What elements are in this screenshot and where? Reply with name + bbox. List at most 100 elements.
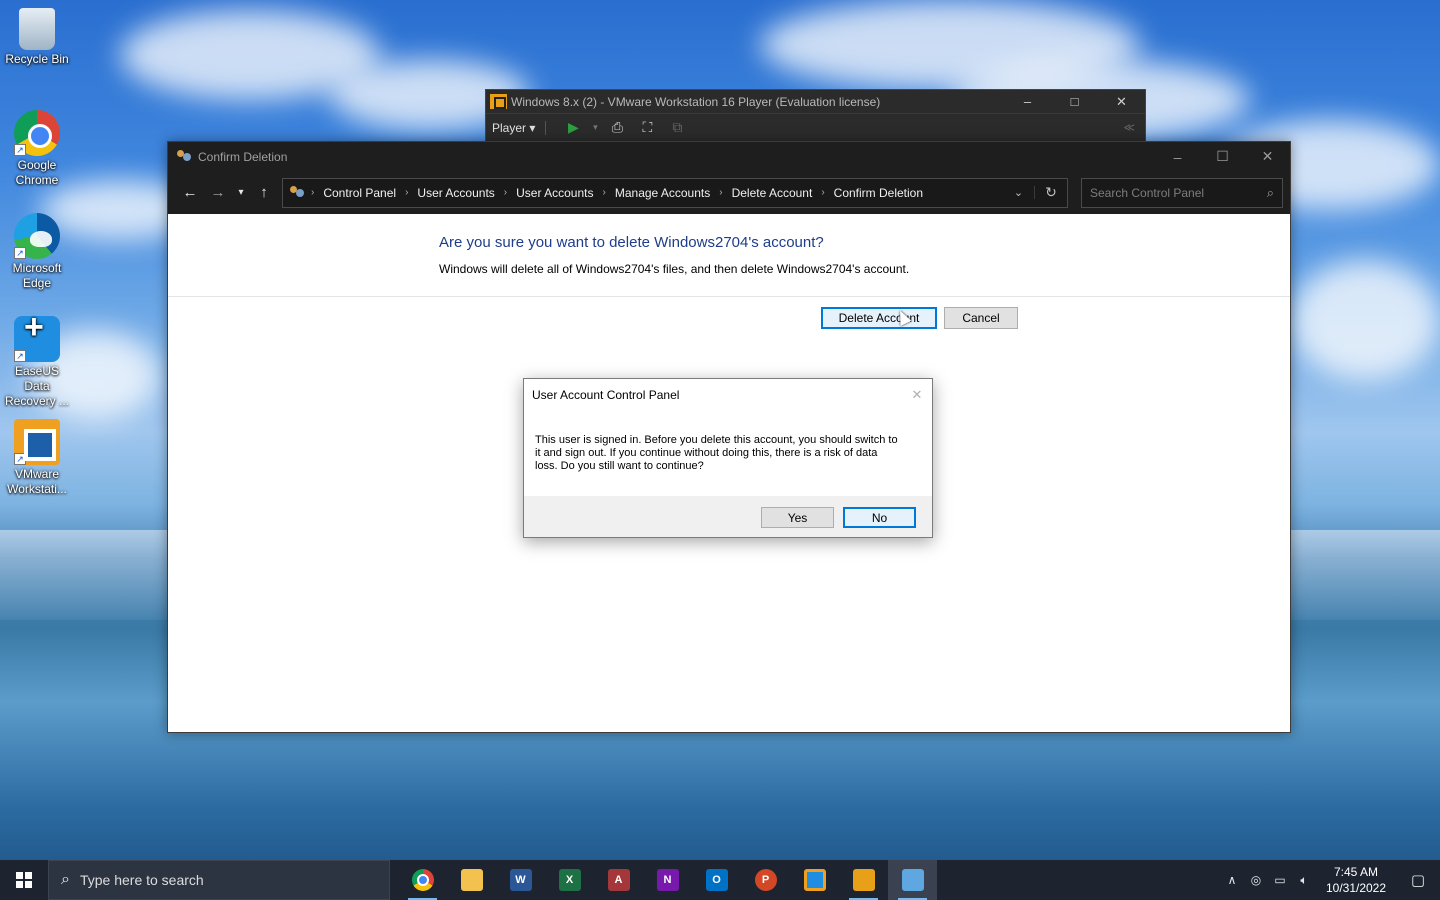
back-arrow-icon[interactable]: ←	[176, 184, 204, 201]
clock[interactable]: 7:45 AM 10/31/2022	[1316, 864, 1396, 896]
address-history-dropdown-icon[interactable]: ⌄	[1003, 186, 1035, 199]
unity-icon[interactable]: ⧉	[662, 119, 692, 136]
breadcrumb-user-accounts-sub[interactable]: User Accounts	[516, 186, 593, 200]
send-ctrl-alt-del-icon[interactable]: ⎙	[602, 119, 632, 136]
desktop-icon-recycle-bin[interactable]: Recycle Bin	[2, 8, 72, 67]
breadcrumb-user-accounts[interactable]: User Accounts	[417, 186, 494, 200]
breadcrumb-control-panel[interactable]: Control Panel	[323, 186, 396, 200]
dialog-footer: Yes No	[524, 496, 932, 537]
forward-arrow-icon[interactable]: →	[204, 184, 232, 201]
yes-button[interactable]: Yes	[761, 507, 834, 528]
refresh-icon[interactable]: ↻	[1035, 184, 1067, 201]
fullscreen-icon[interactable]: ⛶	[632, 119, 662, 136]
vmware-workstation-icon	[803, 869, 826, 891]
cancel-button[interactable]: Cancel	[944, 307, 1018, 329]
taskbar-onenote[interactable]: N	[643, 860, 692, 900]
desktop-icon-label: Google Chrome	[15, 158, 59, 187]
control-panel-icon	[901, 869, 924, 891]
vmware-title: Windows 8.x (2) - VMware Workstation 16 …	[511, 94, 881, 109]
vmware-player-icon	[852, 869, 875, 891]
dialog-message: This user is signed in. Before you delet…	[535, 434, 898, 472]
vmware-player-window[interactable]: Windows 8.x (2) - VMware Workstation 16 …	[485, 89, 1146, 142]
no-button[interactable]: No	[843, 507, 916, 528]
taskbar-control-panel[interactable]	[888, 860, 937, 900]
vmware-icon: ↗	[14, 419, 60, 465]
divider	[168, 296, 1290, 297]
taskbar-excel[interactable]: X	[545, 860, 594, 900]
taskbar-powerpoint[interactable]: P	[741, 860, 790, 900]
taskbar-access[interactable]: A	[594, 860, 643, 900]
shortcut-arrow-icon: ↗	[14, 144, 26, 156]
search-input[interactable]	[1090, 185, 1267, 200]
outlook-icon: O	[705, 869, 728, 891]
taskbar-outlook[interactable]: O	[692, 860, 741, 900]
taskbar-search-box[interactable]: ⌕ Type here to search	[48, 860, 390, 900]
control-panel-titlebar[interactable]: Confirm Deletion – ☐ ✕	[168, 142, 1290, 171]
network-icon[interactable]: ▭	[1268, 873, 1292, 887]
vmware-toolbar: Player ▾ ▶ ▾ ⎙ ⛶ ⧉ ≪	[486, 113, 1145, 141]
vmware-minimize-button[interactable]: –	[1004, 94, 1051, 109]
chevron-right-icon[interactable]: ›	[821, 187, 824, 198]
taskbar-vmware-player[interactable]	[839, 860, 888, 900]
maximize-button[interactable]: ☐	[1200, 148, 1245, 165]
show-hidden-icons-chevron-icon[interactable]: ∧	[1220, 873, 1244, 887]
vmware-maximize-button[interactable]: □	[1051, 94, 1098, 109]
chevron-right-icon[interactable]: ›	[504, 187, 507, 198]
taskbar-word[interactable]: W	[496, 860, 545, 900]
recent-locations-chevron-icon[interactable]: ▾	[232, 187, 250, 198]
edge-icon: ↗	[14, 213, 60, 259]
shortcut-arrow-icon: ↗	[14, 453, 26, 465]
onenote-icon: N	[656, 869, 679, 891]
start-button[interactable]	[0, 860, 48, 900]
window-title: Confirm Deletion	[198, 149, 288, 164]
desktop-icon-easeus[interactable]: ↗ EaseUS Data Recovery ...	[2, 316, 72, 409]
search-control-panel[interactable]: ⌕	[1081, 177, 1283, 208]
volume-muted-icon[interactable]: 🔈︎	[1292, 873, 1316, 888]
collapse-arrow-icon[interactable]: ≪	[1123, 121, 1135, 134]
vmware-close-button[interactable]: ✕	[1098, 94, 1145, 110]
search-icon: ⌕	[61, 871, 70, 888]
taskbar-chrome[interactable]	[398, 860, 447, 900]
breadcrumb-delete-account[interactable]: Delete Account	[732, 186, 813, 200]
user-account-control-panel-dialog[interactable]: User Account Control Panel ✕ This user i…	[523, 378, 933, 538]
minimize-button[interactable]: –	[1155, 149, 1200, 165]
chevron-right-icon[interactable]: ›	[405, 187, 408, 198]
desktop-icon-edge[interactable]: ↗ Microsoft Edge	[2, 213, 72, 291]
chevron-down-icon: ▾	[529, 120, 536, 135]
desktop-icon-chrome[interactable]: ↗ Google Chrome	[2, 110, 72, 188]
navigation-bar: ← → ▾ ↑ › Control Panel › User Accounts …	[168, 171, 1290, 214]
dialog-close-icon[interactable]: ✕	[902, 387, 932, 403]
recycle-bin-icon	[19, 8, 55, 50]
chevron-right-icon[interactable]: ›	[603, 187, 606, 198]
breadcrumb-confirm-deletion[interactable]: Confirm Deletion	[834, 186, 923, 200]
user-accounts-icon	[289, 185, 305, 201]
dialog-title: User Account Control Panel	[532, 388, 680, 402]
windows-logo-icon	[16, 872, 32, 888]
play-dropdown-icon[interactable]: ▾	[588, 122, 602, 133]
taskbar-apps: W X A N O P	[398, 860, 937, 900]
chrome-icon	[411, 869, 434, 891]
webcam-icon[interactable]: ◎	[1244, 873, 1268, 887]
play-icon[interactable]: ▶	[558, 119, 588, 136]
breadcrumb-manage-accounts[interactable]: Manage Accounts	[615, 186, 710, 200]
up-arrow-icon[interactable]: ↑	[250, 184, 278, 201]
vmware-titlebar[interactable]: Windows 8.x (2) - VMware Workstation 16 …	[486, 90, 1145, 113]
word-icon: W	[509, 869, 532, 891]
search-icon[interactable]: ⌕	[1267, 185, 1274, 201]
taskbar-vmware-workstation[interactable]	[790, 860, 839, 900]
player-menu-label: Player	[492, 120, 527, 135]
notification-center-icon[interactable]: ▢	[1396, 871, 1440, 889]
chevron-right-icon[interactable]: ›	[311, 187, 314, 198]
address-bar[interactable]: › Control Panel › User Accounts › User A…	[282, 177, 1068, 208]
taskbar-file-explorer[interactable]	[447, 860, 496, 900]
player-menu-button[interactable]: Player ▾	[492, 120, 547, 135]
close-button[interactable]: ✕	[1245, 148, 1290, 165]
access-icon: A	[607, 869, 630, 891]
desktop-icon-vmware[interactable]: ↗ VMware Workstati...	[2, 419, 72, 497]
system-tray: ∧ ◎ ▭ 🔈︎ 7:45 AM 10/31/2022 ▢	[1220, 864, 1440, 896]
dialog-titlebar[interactable]: User Account Control Panel ✕	[524, 379, 932, 411]
shortcut-arrow-icon: ↗	[14, 350, 26, 362]
delete-account-button[interactable]: Delete Account	[821, 307, 937, 329]
chevron-right-icon[interactable]: ›	[719, 187, 722, 198]
confirm-description: Windows will delete all of Windows2704's…	[439, 262, 910, 276]
